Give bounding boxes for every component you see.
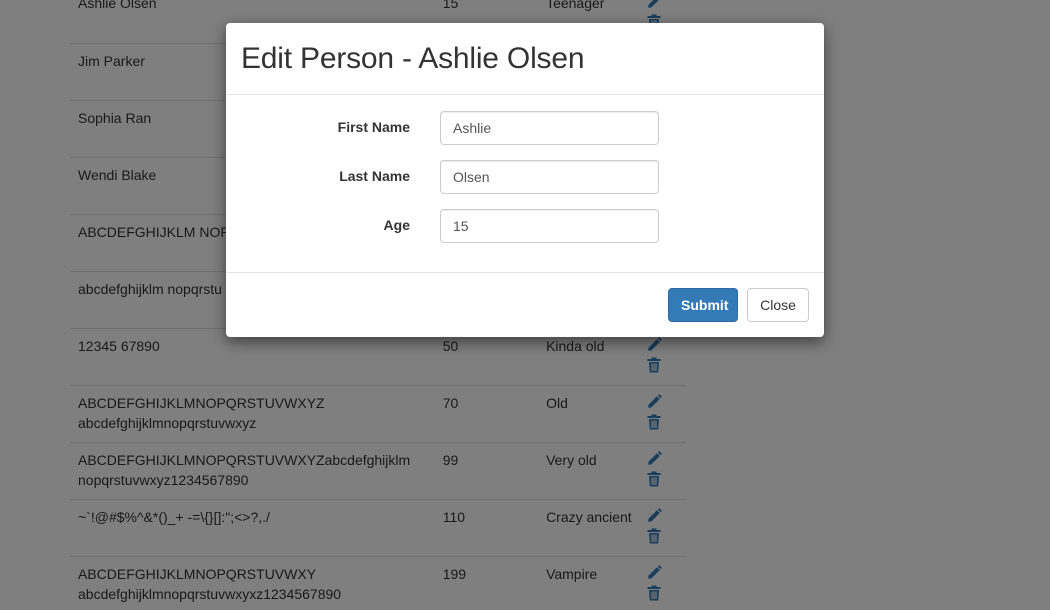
edit-person-modal: Edit Person - Ashlie Olsen First Name La… xyxy=(226,23,824,337)
modal-header: Edit Person - Ashlie Olsen xyxy=(226,23,824,95)
last-name-label: Last Name xyxy=(339,168,410,184)
page: Ashlie Olsen15TeenagerJim ParkerSophia R… xyxy=(0,0,1050,610)
modal-body: First Name Last Name Age xyxy=(226,95,824,273)
first-name-input[interactable] xyxy=(440,111,659,145)
age-label: Age xyxy=(383,217,410,233)
submit-button[interactable]: Submit xyxy=(668,288,738,322)
close-button[interactable]: Close xyxy=(747,288,809,322)
modal-title: Edit Person - Ashlie Olsen xyxy=(241,42,585,75)
last-name-row: Last Name xyxy=(226,160,824,209)
last-name-input[interactable] xyxy=(440,160,659,194)
age-row: Age xyxy=(226,209,824,258)
first-name-label: First Name xyxy=(337,119,410,135)
modal-footer: Submit Close xyxy=(226,273,824,337)
first-name-row: First Name xyxy=(226,111,824,160)
age-input[interactable] xyxy=(440,209,659,243)
